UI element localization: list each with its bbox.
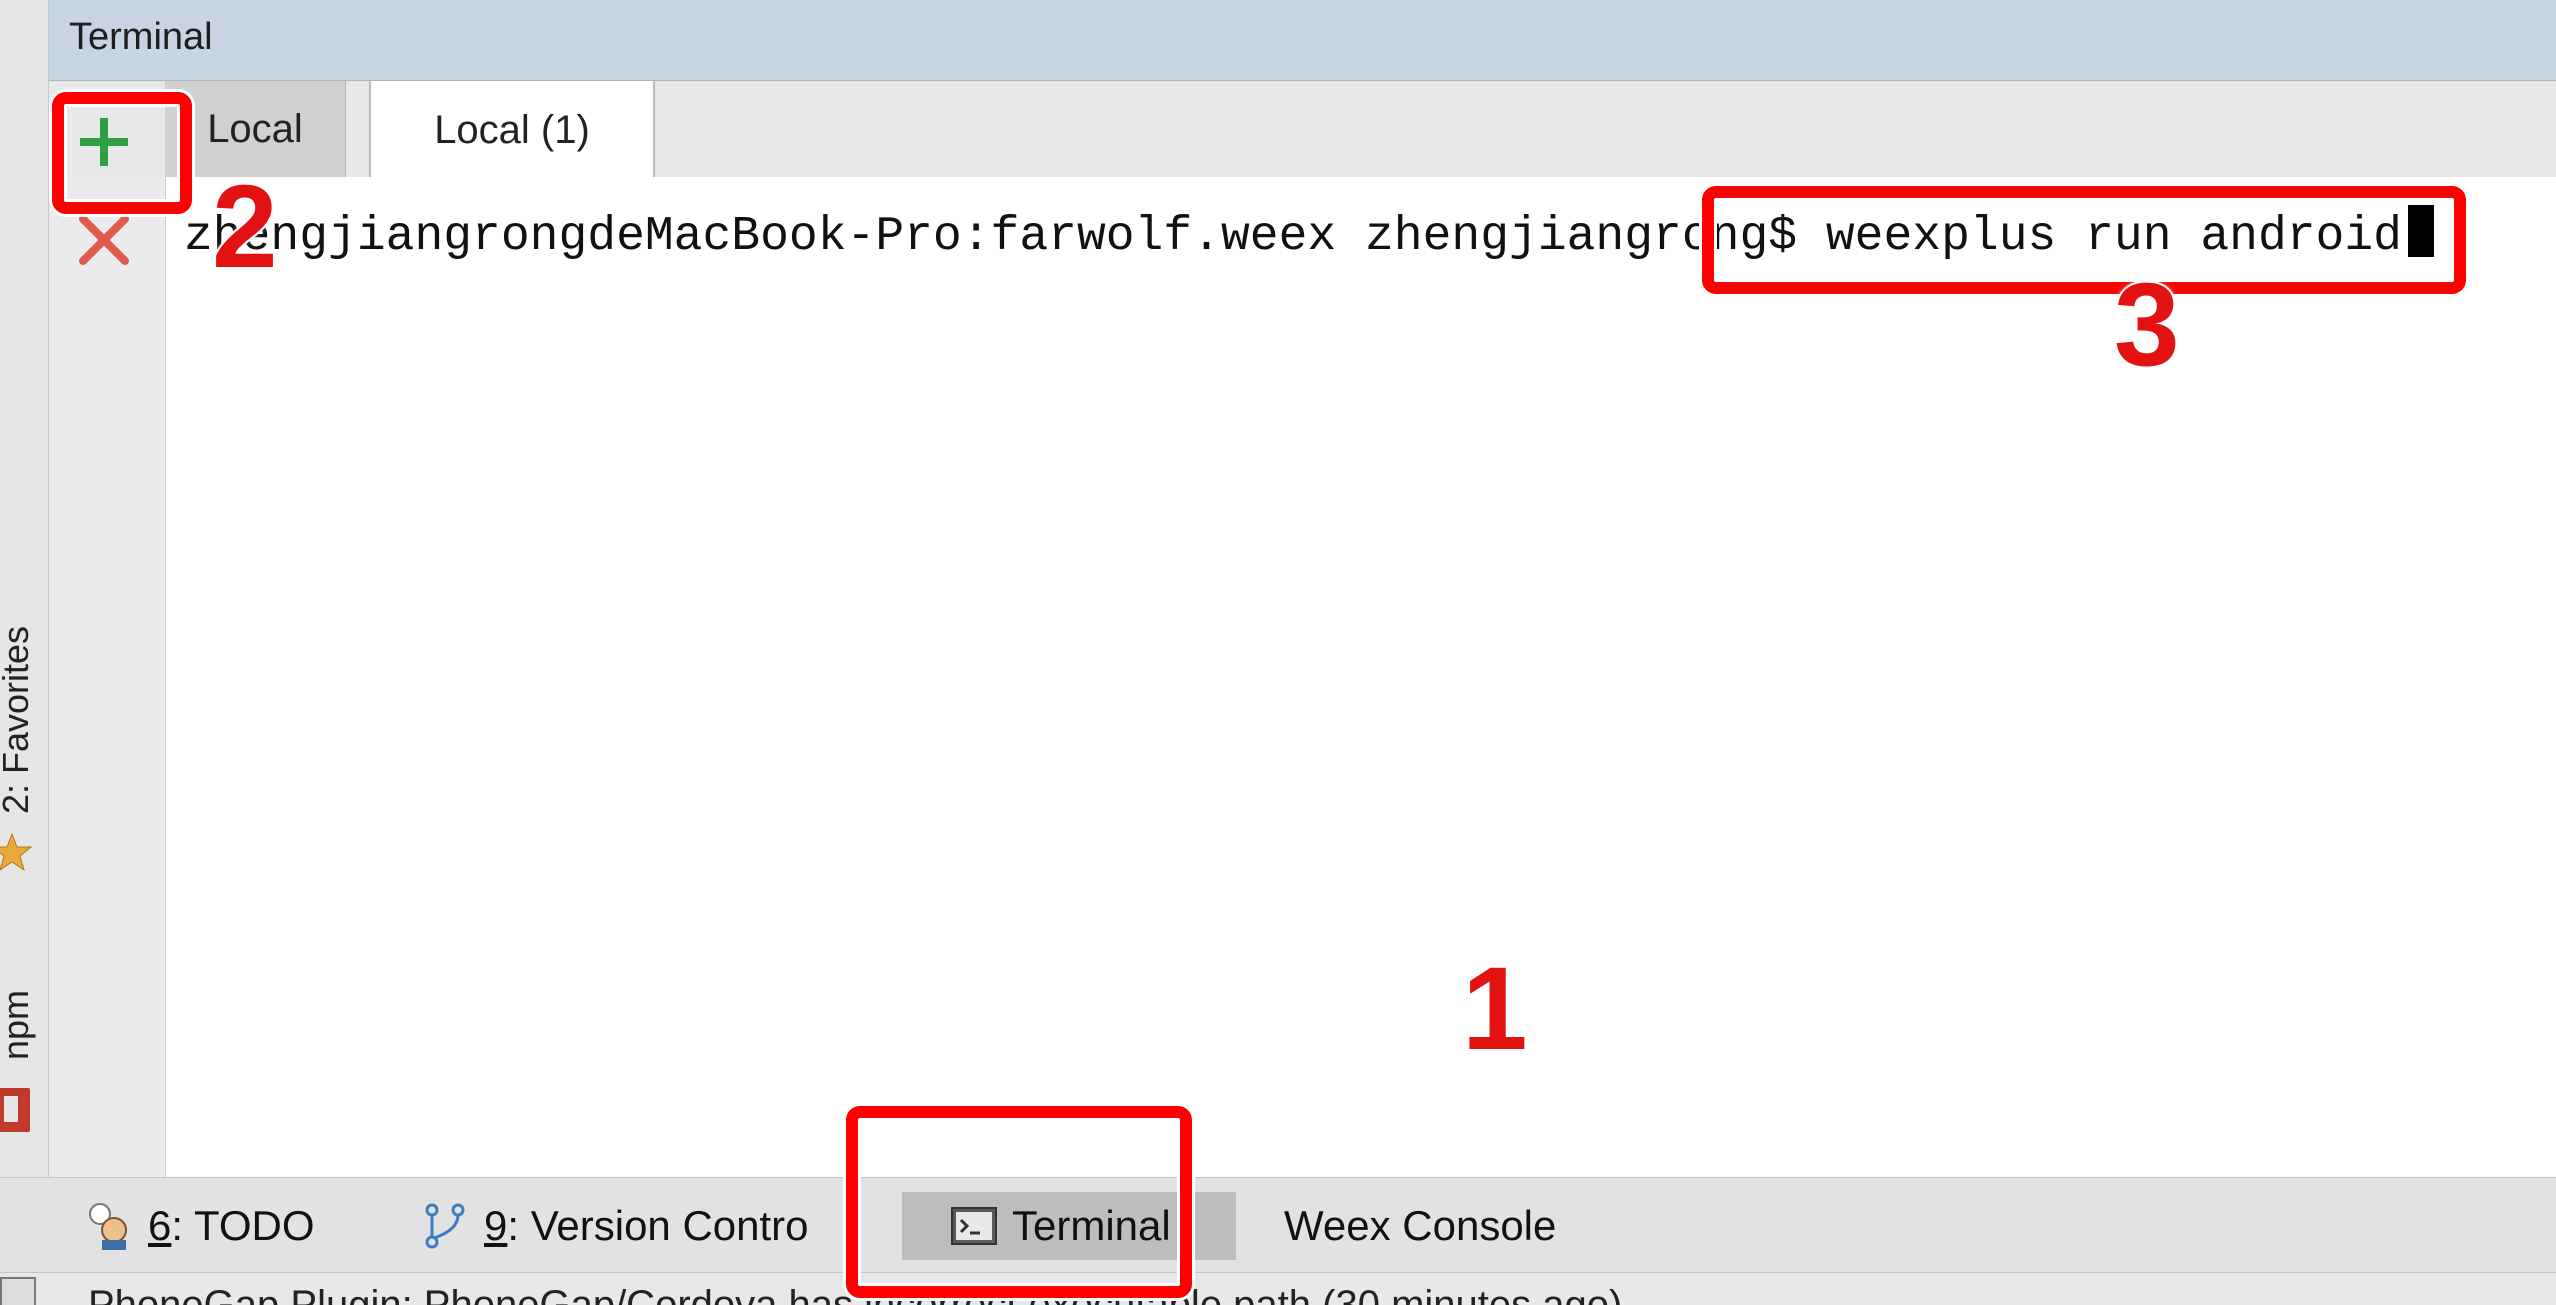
version-control-tool-tab[interactable]: 9: Version Contro [420,1192,809,1260]
vc-label: : Version Contro [507,1202,809,1249]
close-icon [79,215,129,265]
terminal-toolbar [49,177,167,1177]
npm-icon [0,1088,30,1132]
annotation-box-command [1702,186,2466,294]
tab-local-1[interactable]: Local (1) [369,81,655,179]
npm-tool-tab[interactable]: npm [0,960,36,1090]
version-control-icon [425,1203,465,1249]
annotation-number-2: 2 [210,161,280,293]
bottom-tool-bar: 6: TODO 9: Version Contro Terminal Weex … [0,1177,2556,1273]
status-bar: PhoneGap Plugin: PhoneGap/Cordova has in… [0,1272,2556,1305]
left-tool-strip: 2: Favorites npm [0,0,49,1180]
status-toggle-icon[interactable] [0,1277,36,1305]
todo-mnemonic: 6 [148,1202,172,1249]
weex-console-tool-tab[interactable]: Weex Console [1284,1192,1556,1260]
todo-tool-tab[interactable]: 6: TODO [84,1192,315,1260]
terminal-output[interactable]: zhengjiangrongdeMacBook-Pro:farwolf.weex… [166,177,2556,1177]
annotation-box-terminal-tab [846,1106,1192,1298]
todo-icon [89,1203,127,1250]
annotation-number-3: 3 [2112,259,2182,391]
close-session-button[interactable] [72,208,136,272]
vc-mnemonic: 9 [484,1202,508,1249]
npm-tab-label: npm [0,989,36,1061]
panel-title: Terminal [69,16,213,58]
annotation-box-add [52,92,192,214]
annotation-number-1: 1 [1460,943,1530,1075]
star-icon [0,832,32,872]
todo-label: : TODO [171,1202,315,1249]
weex-console-label: Weex Console [1284,1202,1557,1249]
terminal-tab-bar: Local Local (1) [49,81,2556,179]
favorites-tab-label: 2: Favorites [0,625,37,815]
terminal-panel-header: Terminal [49,0,2556,81]
